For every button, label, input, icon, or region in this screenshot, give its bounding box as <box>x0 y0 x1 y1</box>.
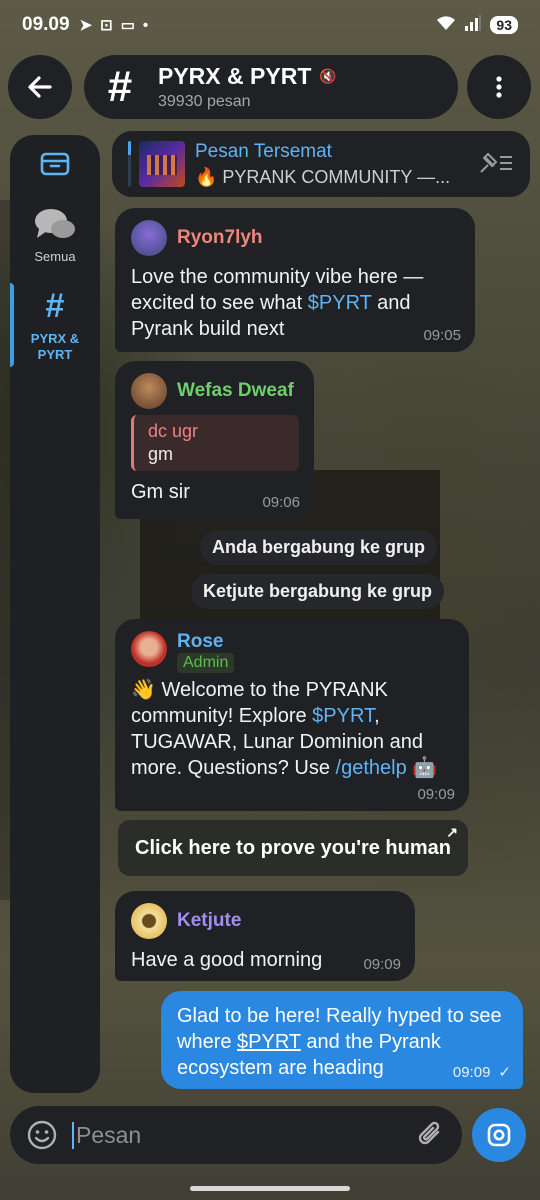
message-text: 👋 Welcome to the PYRANK community! Explo… <box>131 679 438 779</box>
sidebar-item-archive[interactable] <box>10 151 100 177</box>
back-button[interactable] <box>8 55 72 119</box>
chat-title: PYRX & PYRT <box>158 63 312 89</box>
chat-header[interactable]: # PYRX & PYRT 🔇 39930 pesan <box>84 55 458 119</box>
avatar[interactable] <box>131 220 167 256</box>
battery-indicator: 93 <box>490 16 518 34</box>
wifi-icon <box>436 15 456 35</box>
emoji-icon[interactable] <box>26 1119 58 1151</box>
avatar[interactable] <box>131 373 167 409</box>
quote-text: gm <box>148 444 174 464</box>
hash-icon: # <box>107 62 133 111</box>
hash-icon: # <box>45 287 65 325</box>
message-composer <box>10 1106 462 1164</box>
message-bubble[interactable]: Ketjute Have a good morning 09:09 <box>115 891 415 981</box>
message-time: 09:06 <box>262 494 300 511</box>
sender-name[interactable]: Rose <box>177 631 234 653</box>
sender-name[interactable]: Wefas Dweaf <box>177 380 294 402</box>
dot-icon: • <box>142 16 149 34</box>
signal-icon <box>464 15 482 35</box>
sidebar-item-label: PYRX & PYRT <box>30 331 80 362</box>
sender-name[interactable]: Ryon7lyh <box>177 227 263 249</box>
cashtag-link[interactable]: $PYRT <box>237 1031 301 1053</box>
sidebar-item-label: Semua <box>34 249 76 264</box>
message-time: 09:09 <box>417 786 455 803</box>
avatar[interactable] <box>131 631 167 667</box>
avatar[interactable] <box>131 903 167 939</box>
external-link-icon: ↗ <box>446 824 458 840</box>
telegram-icon: ➤ <box>79 17 93 34</box>
cashtag-link[interactable]: $PYRT <box>308 292 372 314</box>
pinned-thumbnail <box>139 141 185 187</box>
sender-name[interactable]: Ketjute <box>177 910 241 932</box>
sidebar-item-pyrx[interactable]: # PYRX & PYRT <box>10 287 100 363</box>
verify-human-button[interactable]: Click here to prove you're human ↗ <box>118 820 468 876</box>
message-bubble[interactable]: Wefas Dweaf dc ugr gm Gm sir 09:06 <box>115 361 314 519</box>
quote-sender: dc ugr <box>148 421 199 441</box>
mute-icon: 🔇 <box>319 68 337 84</box>
arrow-left-icon <box>28 76 52 98</box>
notification-icons: ➤ ⊡ ▭ • <box>79 16 149 35</box>
folder-sidebar: Semua # PYRX & PYRT <box>10 135 100 1093</box>
reply-quote[interactable]: dc ugr gm <box>131 415 299 471</box>
message-time: 09:09 <box>363 956 401 973</box>
sidebar-item-all[interactable]: Semua <box>10 207 100 264</box>
pinned-preview: 🔥 PYRANK COMMUNITY —... <box>195 166 451 187</box>
pin-position-indicator <box>128 141 131 187</box>
service-message: Ketjute bergabung ke grup <box>191 574 445 609</box>
camera-icon <box>487 1123 511 1147</box>
message-text: Have a good morning <box>131 949 323 971</box>
command-link[interactable]: /gethelp <box>336 757 407 779</box>
message-input[interactable] <box>72 1121 372 1149</box>
admin-badge: Admin <box>177 653 235 673</box>
status-bar: 09.09 ➤ ⊡ ▭ • 93 <box>0 0 540 50</box>
cashtag-link[interactable]: $PYRT <box>312 705 374 727</box>
message-text: Love the community vibe here — excited t… <box>131 266 424 340</box>
pinned-title: Pesan Tersemat <box>195 140 332 162</box>
check-icon: ✓ <box>498 1064 511 1081</box>
status-time: 09.09 <box>22 14 70 35</box>
message-time: 09:09 ✓ <box>452 1063 511 1082</box>
status-right: 93 <box>436 15 518 35</box>
service-message: Anda bergabung ke grup <box>200 530 438 565</box>
sim-icon: ▭ <box>120 17 135 34</box>
pin-list-icon[interactable] <box>478 151 514 175</box>
message-bubble[interactable]: Ryon7lyh Love the community vibe here — … <box>115 208 475 352</box>
pinned-message-bar[interactable]: Pesan Tersemat 🔥 PYRANK COMMUNITY —... <box>112 131 530 197</box>
message-time: 09:05 <box>423 327 461 344</box>
outgoing-message-bubble[interactable]: Glad to be here! Really hyped to see whe… <box>161 991 523 1089</box>
message-bubble[interactable]: Rose Admin 👋 Welcome to the PYRANK commu… <box>115 619 469 811</box>
message-count: 39930 pesan <box>158 93 251 110</box>
more-vertical-icon <box>496 76 502 98</box>
gesture-nav-bar[interactable] <box>190 1186 350 1191</box>
attach-icon[interactable] <box>416 1120 446 1150</box>
screenshot-icon: ⊡ <box>100 17 113 34</box>
archive-icon <box>40 152 70 176</box>
chats-icon <box>35 209 75 238</box>
more-menu-button[interactable] <box>467 55 531 119</box>
camera-button[interactable] <box>472 1108 526 1162</box>
